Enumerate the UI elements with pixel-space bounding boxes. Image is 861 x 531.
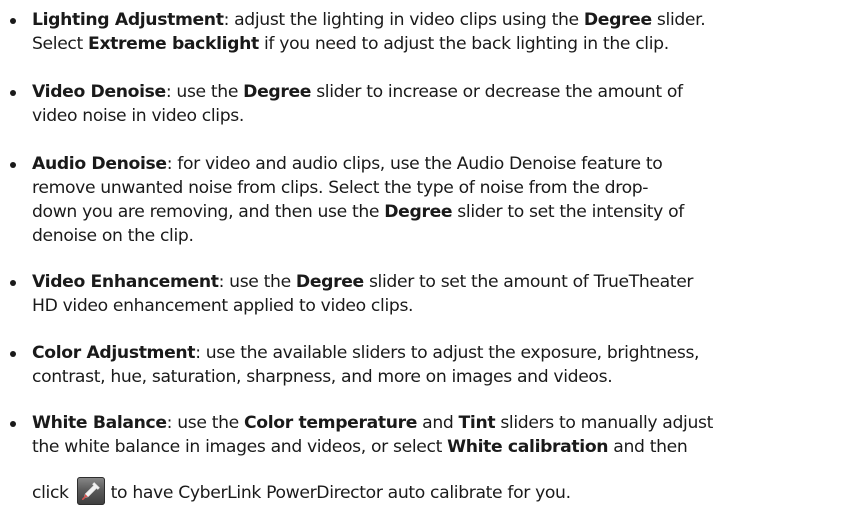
bullet-dot bbox=[10, 421, 16, 427]
list-item-color-adjustment: Color Adjustment: use the available slid… bbox=[10, 341, 855, 389]
bullet-dot bbox=[10, 162, 16, 168]
text-line: Audio Denoise: for video and audio clips… bbox=[32, 154, 663, 174]
term-degree: Degree bbox=[583, 10, 652, 30]
text-line-with-icon: click to have CyberLink PowerDirector au… bbox=[32, 477, 855, 505]
item-text: Color Adjustment: use the available slid… bbox=[32, 341, 855, 389]
term-audio-denoise: Audio Denoise bbox=[32, 154, 167, 174]
term-tint: Tint bbox=[458, 413, 496, 433]
item-text: White Balance: use the Color temperature… bbox=[32, 411, 855, 505]
item-text: Video Enhancement: use the Degree slider… bbox=[32, 270, 855, 318]
eyedropper-icon[interactable] bbox=[76, 477, 105, 505]
term-degree: Degree bbox=[384, 202, 453, 222]
list-item-video-denoise: Video Denoise: use the Degree slider to … bbox=[10, 80, 855, 128]
term-white-balance: White Balance bbox=[32, 413, 167, 433]
text-line: Video Denoise: use the Degree slider to … bbox=[32, 82, 683, 102]
text-line: Lighting Adjustment: adjust the lighting… bbox=[32, 10, 706, 30]
list-item-audio-denoise: Audio Denoise: for video and audio clips… bbox=[10, 152, 855, 248]
text-line: Select Extreme backlight if you need to … bbox=[32, 34, 669, 54]
bullet-dot bbox=[10, 280, 16, 286]
term-color-temperature: Color temperature bbox=[243, 413, 418, 433]
eyedropper-glyph bbox=[81, 482, 100, 500]
term-video-denoise: Video Denoise bbox=[32, 82, 166, 102]
item-text: Video Denoise: use the Degree slider to … bbox=[32, 80, 855, 128]
text-line: denoise on the clip. bbox=[32, 226, 194, 246]
term-white-calibration: White calibration bbox=[447, 437, 609, 457]
item-text: Lighting Adjustment: adjust the lighting… bbox=[32, 8, 855, 56]
text-line: remove unwanted noise from clips. Select… bbox=[32, 178, 649, 198]
bullet-dot bbox=[10, 351, 16, 357]
term-extreme-backlight: Extreme backlight bbox=[88, 34, 259, 54]
list-item-lighting-adjustment: Lighting Adjustment: adjust the lighting… bbox=[10, 8, 855, 56]
list-item-white-balance: White Balance: use the Color temperature… bbox=[10, 411, 855, 505]
term-video-enhancement: Video Enhancement bbox=[32, 272, 219, 292]
bullet-dot bbox=[10, 18, 16, 24]
term-color-adjustment: Color Adjustment bbox=[32, 343, 196, 363]
bullet-dot bbox=[10, 90, 16, 96]
list-item-video-enhancement: Video Enhancement: use the Degree slider… bbox=[10, 270, 855, 318]
text-line: the white balance in images and videos, … bbox=[32, 437, 688, 457]
text-line: video noise in video clips. bbox=[32, 106, 245, 126]
term-lighting-adjustment: Lighting Adjustment bbox=[32, 10, 224, 30]
text-line: Color Adjustment: use the available slid… bbox=[32, 343, 700, 363]
item-text: Audio Denoise: for video and audio clips… bbox=[32, 152, 855, 248]
text-line: White Balance: use the Color temperature… bbox=[32, 413, 714, 433]
text-line: Video Enhancement: use the Degree slider… bbox=[32, 272, 694, 292]
term-degree: Degree bbox=[243, 82, 312, 102]
text-line: HD video enhancement applied to video cl… bbox=[32, 296, 414, 316]
term-degree: Degree bbox=[295, 272, 364, 292]
text-line: down you are removing, and then use the … bbox=[32, 202, 684, 222]
text-line: contrast, hue, saturation, sharpness, an… bbox=[32, 367, 613, 387]
